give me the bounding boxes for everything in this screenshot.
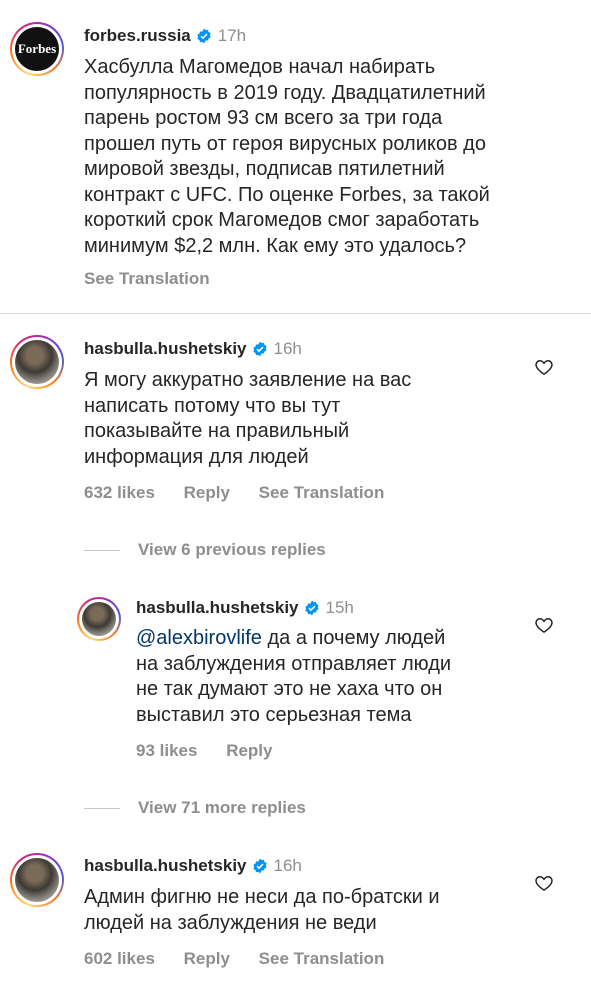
reply-actions: 93 likes Reply bbox=[136, 741, 296, 761]
post-author[interactable]: forbes.russia 17h bbox=[84, 26, 246, 46]
view-previous-label[interactable]: View 6 previous replies bbox=[138, 540, 326, 560]
post-time: 17h bbox=[217, 26, 247, 45]
see-translation-link[interactable]: See Translation bbox=[259, 949, 385, 968]
like-heart-icon[interactable] bbox=[534, 873, 554, 893]
post-actions: See Translation bbox=[84, 269, 234, 289]
comment-actions: 602 likes Reply See Translation bbox=[84, 949, 408, 969]
view-more-replies[interactable]: View 71 more replies bbox=[84, 798, 306, 818]
divider bbox=[0, 313, 591, 314]
avatar[interactable] bbox=[10, 335, 64, 389]
reply-button[interactable]: Reply bbox=[184, 483, 230, 502]
post-caption: Хасбулла Магомедов начал набирать популя… bbox=[84, 56, 490, 257]
likes-count[interactable]: 602 likes bbox=[84, 949, 155, 968]
verified-icon bbox=[304, 600, 319, 616]
divider bbox=[84, 807, 120, 809]
like-heart-icon[interactable] bbox=[534, 357, 554, 377]
verified-icon bbox=[197, 28, 211, 44]
forbes-logo: Forbes bbox=[17, 41, 57, 56]
divider bbox=[84, 549, 120, 551]
reply-username[interactable]: hasbulla.hushetskiy bbox=[136, 598, 299, 618]
post-username[interactable]: forbes.russia bbox=[84, 26, 191, 46]
reply-text: @alexbirovlife да а почему людей на забл… bbox=[136, 626, 536, 728]
comment-username[interactable]: hasbulla.hushetskiy bbox=[84, 339, 247, 359]
reply-button[interactable]: Reply bbox=[226, 741, 272, 760]
verified-icon bbox=[252, 858, 267, 874]
likes-count[interactable]: 632 likes bbox=[84, 483, 155, 502]
comment-time: 16h bbox=[273, 856, 302, 875]
avatar[interactable] bbox=[10, 853, 64, 907]
reply-time: 15h bbox=[325, 598, 354, 617]
comment-actions: 632 likes Reply See Translation bbox=[84, 483, 408, 503]
verified-icon bbox=[252, 341, 267, 357]
like-heart-icon[interactable] bbox=[534, 615, 554, 635]
comment-text: Я могу аккуратно заявление на вас написа… bbox=[84, 369, 412, 468]
reply-author[interactable]: hasbulla.hushetskiy 15h bbox=[136, 598, 354, 618]
comment-author[interactable]: hasbulla.hushetskiy 16h bbox=[84, 339, 302, 359]
forbes-avatar[interactable]: Forbes bbox=[10, 22, 64, 76]
view-more-label[interactable]: View 71 more replies bbox=[138, 798, 306, 818]
mention-link[interactable]: @alexbirovlife bbox=[136, 627, 262, 649]
comment-text: Админ фигню не неси да по-братски и люде… bbox=[84, 886, 440, 934]
reply-button[interactable]: Reply bbox=[184, 949, 230, 968]
see-translation-link[interactable]: See Translation bbox=[84, 269, 210, 288]
see-translation-link[interactable]: See Translation bbox=[259, 483, 385, 502]
comment-username[interactable]: hasbulla.hushetskiy bbox=[84, 856, 247, 876]
comment-author[interactable]: hasbulla.hushetskiy 16h bbox=[84, 856, 302, 876]
likes-count[interactable]: 93 likes bbox=[136, 741, 197, 760]
view-previous-replies[interactable]: View 6 previous replies bbox=[84, 540, 326, 560]
comment-time: 16h bbox=[273, 339, 302, 358]
avatar[interactable] bbox=[77, 597, 121, 641]
